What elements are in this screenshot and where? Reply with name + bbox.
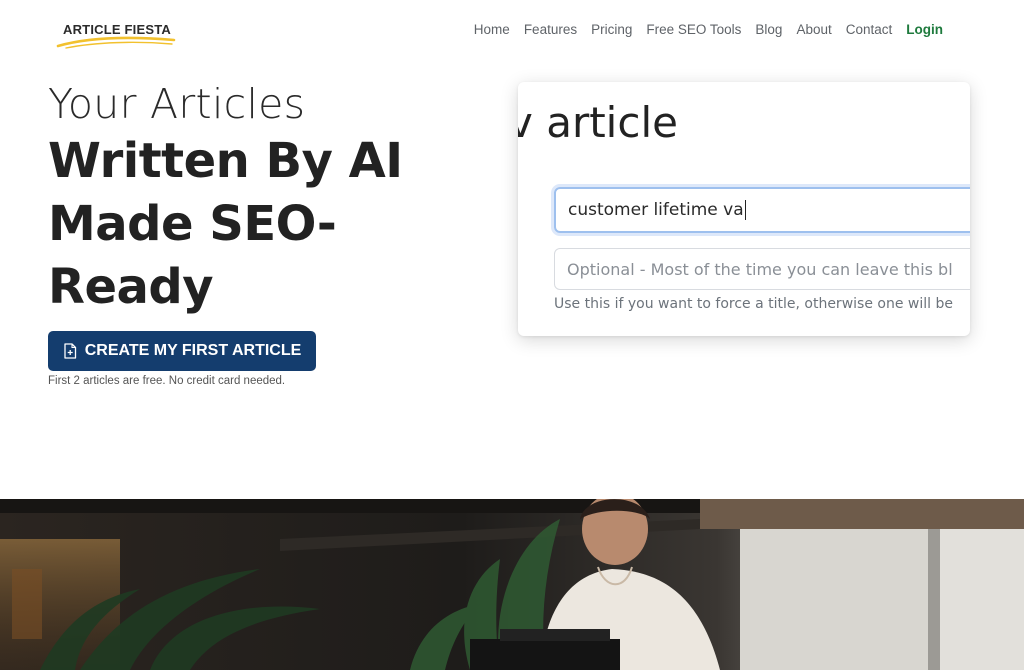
nav-pricing[interactable]: Pricing xyxy=(584,21,639,39)
nav-about[interactable]: About xyxy=(789,21,838,39)
title-input-placeholder: Optional - Most of the time you can leav… xyxy=(567,259,953,279)
nav-contact[interactable]: Contact xyxy=(839,21,900,39)
hero-photo xyxy=(0,499,1024,670)
cta-note: First 2 articles are free. No credit car… xyxy=(48,375,286,387)
logo[interactable]: ARTICLE FIESTA xyxy=(56,18,180,52)
hero-subtitle: Your Articles xyxy=(48,80,306,128)
file-plus-icon xyxy=(64,343,76,359)
title-help-text: Use this if you want to force a title, o… xyxy=(554,296,953,312)
demo-heading: v article xyxy=(518,98,678,147)
text-caret xyxy=(744,200,746,220)
main-nav: Home Features Pricing Free SEO Tools Blo… xyxy=(467,21,950,39)
logo-swoosh-icon xyxy=(56,36,176,49)
demo-preview-card: v article customer lifetime va Optional … xyxy=(518,82,970,336)
hero-title: Written By AI Made SEO-Ready xyxy=(48,133,403,315)
nav-login[interactable]: Login xyxy=(899,21,950,39)
hero-photo-image xyxy=(0,499,1024,670)
keyword-input-value: customer lifetime va xyxy=(568,200,744,220)
create-first-article-button[interactable]: CREATE MY FIRST ARTICLE xyxy=(48,331,316,371)
title-input[interactable]: Optional - Most of the time you can leav… xyxy=(554,248,970,290)
keyword-input[interactable]: customer lifetime va xyxy=(554,187,970,233)
nav-blog[interactable]: Blog xyxy=(748,21,789,39)
nav-features[interactable]: Features xyxy=(517,21,584,39)
nav-home[interactable]: Home xyxy=(467,21,517,39)
nav-free-seo-tools[interactable]: Free SEO Tools xyxy=(639,21,748,39)
cta-label: CREATE MY FIRST ARTICLE xyxy=(84,342,302,359)
